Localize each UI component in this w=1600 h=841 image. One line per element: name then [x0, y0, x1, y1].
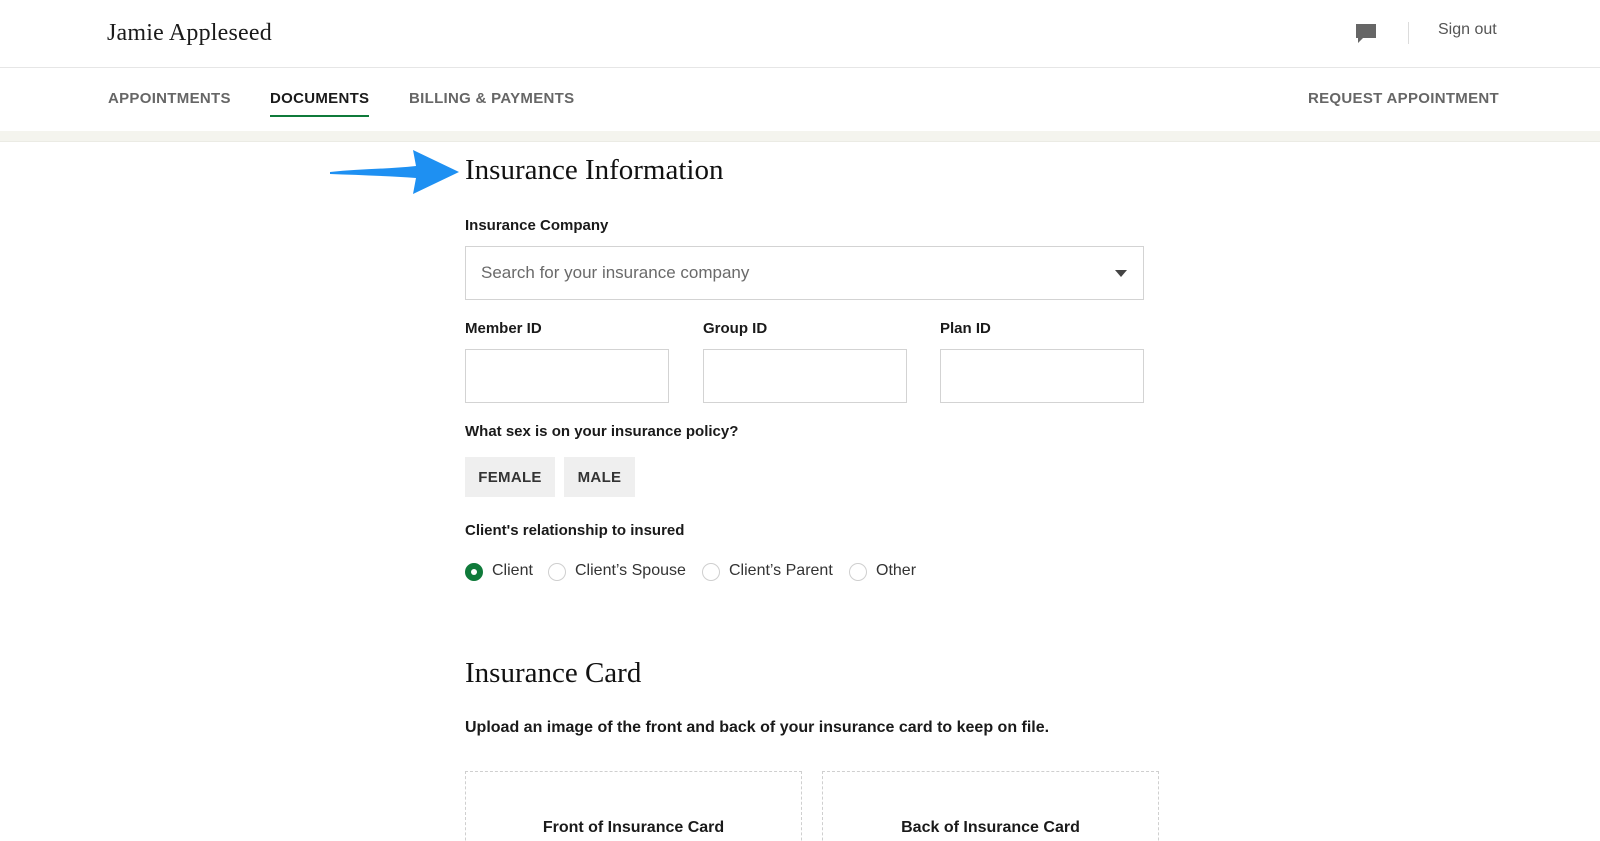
user-name: Jamie Appleseed: [107, 20, 272, 46]
female-option-button[interactable]: FEMALE: [465, 457, 555, 497]
group-id-input[interactable]: [703, 349, 907, 403]
chevron-down-icon: [1115, 270, 1127, 277]
main-nav: APPOINTMENTS DOCUMENTS BILLING & PAYMENT…: [0, 68, 1600, 131]
insurance-card-heading: Insurance Card: [465, 657, 642, 689]
member-id-label: Member ID: [465, 320, 542, 337]
nav-divider-strip: [0, 131, 1600, 142]
back-card-label: Back of Insurance Card: [901, 819, 1080, 836]
radio-client-label: Client: [492, 562, 533, 579]
tab-billing-payments[interactable]: BILLING & PAYMENTS: [409, 90, 574, 115]
insurance-company-label: Insurance Company: [465, 217, 609, 234]
plan-id-input[interactable]: [940, 349, 1144, 403]
sign-out-link[interactable]: Sign out: [1438, 21, 1497, 39]
tab-appointments[interactable]: APPOINTMENTS: [108, 90, 231, 115]
front-card-label: Front of Insurance Card: [542, 819, 725, 836]
insurance-company-select[interactable]: Search for your insurance company: [465, 246, 1144, 300]
radio-checked-icon: [465, 563, 483, 581]
radio-unchecked-icon: [548, 563, 566, 581]
request-appointment-link[interactable]: REQUEST APPOINTMENT: [1308, 90, 1499, 115]
insurance-company-placeholder: Search for your insurance company: [481, 263, 750, 282]
insurance-card-description: Upload an image of the front and back of…: [465, 719, 1050, 736]
radio-clients-spouse-label: Client’s Spouse: [575, 562, 686, 579]
relationship-label: Client's relationship to insured: [465, 522, 685, 539]
insurance-information-heading: Insurance Information: [465, 154, 724, 186]
sex-question-label: What sex is on your insurance policy?: [465, 423, 739, 440]
member-id-input[interactable]: [465, 349, 669, 403]
male-option-button[interactable]: MALE: [564, 457, 635, 497]
arrow-right-icon: [328, 148, 463, 201]
top-bar: Jamie Appleseed Sign out: [0, 0, 1600, 68]
header-divider: [1408, 22, 1409, 44]
radio-unchecked-icon: [702, 563, 720, 581]
radio-unchecked-icon: [849, 563, 867, 581]
radio-clients-parent-label: Client’s Parent: [729, 562, 833, 579]
tab-documents[interactable]: DOCUMENTS: [270, 90, 370, 117]
chat-bubble-icon[interactable]: [1354, 22, 1378, 46]
front-card-upload[interactable]: Front of Insurance Card: [465, 771, 802, 841]
group-id-label: Group ID: [703, 320, 768, 337]
plan-id-label: Plan ID: [940, 320, 991, 337]
radio-other-label: Other: [876, 562, 917, 579]
back-card-upload[interactable]: Back of Insurance Card: [822, 771, 1159, 841]
